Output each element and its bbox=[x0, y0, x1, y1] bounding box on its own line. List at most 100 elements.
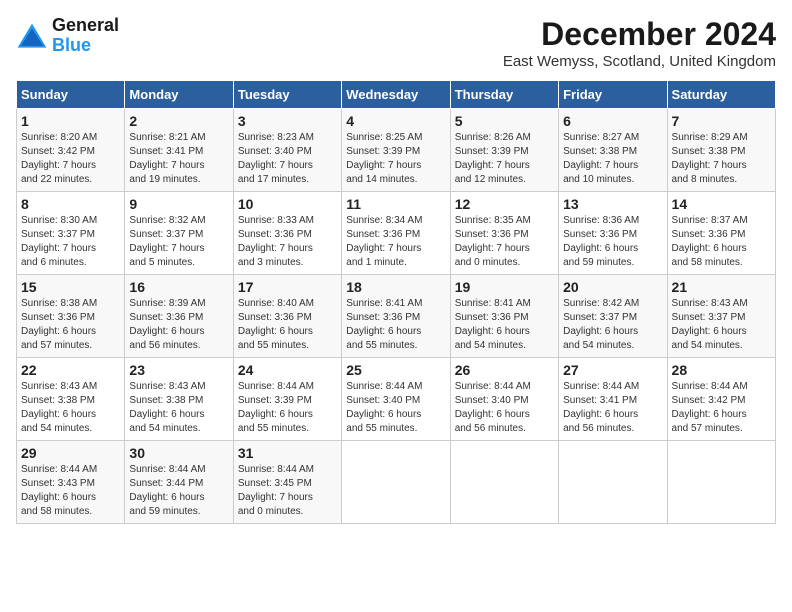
day-detail: Sunrise: 8:40 AM Sunset: 3:36 PM Dayligh… bbox=[238, 297, 337, 353]
day-number: 4 bbox=[346, 113, 445, 129]
day-cell: 16 Sunrise: 8:39 AM Sunset: 3:36 PM Dayli… bbox=[125, 275, 233, 358]
day-cell bbox=[667, 441, 775, 524]
day-cell: 17 Sunrise: 8:40 AM Sunset: 3:36 PM Dayli… bbox=[233, 275, 341, 358]
day-number: 10 bbox=[238, 196, 337, 212]
day-cell: 12 Sunrise: 8:35 AM Sunset: 3:36 PM Dayli… bbox=[450, 192, 558, 275]
day-number: 15 bbox=[21, 279, 120, 295]
day-cell: 11Sunrise: 8:34 AM Sunset: 3:36 PM Dayli… bbox=[342, 192, 450, 275]
day-cell: 20Sunrise: 8:42 AM Sunset: 3:37 PM Dayli… bbox=[559, 275, 667, 358]
day-number: 8 bbox=[21, 196, 120, 212]
day-number: 13 bbox=[563, 196, 662, 212]
day-detail: Sunrise: 8:44 AM Sunset: 3:44 PM Dayligh… bbox=[129, 463, 228, 519]
day-detail: Sunrise: 8:20 AM Sunset: 3:42 PM Dayligh… bbox=[21, 131, 120, 187]
day-number: 2 bbox=[129, 113, 228, 129]
day-number: 9 bbox=[129, 196, 228, 212]
day-cell: 2 Sunrise: 8:21 AM Sunset: 3:41 PM Daylig… bbox=[125, 109, 233, 192]
day-detail: Sunrise: 8:36 AM Sunset: 3:36 PM Dayligh… bbox=[563, 214, 662, 270]
day-detail: Sunrise: 8:38 AM Sunset: 3:36 PM Dayligh… bbox=[21, 297, 120, 353]
day-cell: 19Sunrise: 8:41 AM Sunset: 3:36 PM Dayli… bbox=[450, 275, 558, 358]
day-cell: 10 Sunrise: 8:33 AM Sunset: 3:36 PM Dayli… bbox=[233, 192, 341, 275]
day-number: 24 bbox=[238, 362, 337, 378]
day-detail: Sunrise: 8:27 AM Sunset: 3:38 PM Dayligh… bbox=[563, 131, 662, 187]
day-cell: 6 Sunrise: 8:27 AM Sunset: 3:38 PM Daylig… bbox=[559, 109, 667, 192]
day-number: 30 bbox=[129, 445, 228, 461]
week-row-4: 22 Sunrise: 8:43 AM Sunset: 3:38 PM Dayli… bbox=[17, 358, 776, 441]
col-header-monday: Monday bbox=[125, 81, 233, 109]
day-detail: Sunrise: 8:44 AM Sunset: 3:43 PM Dayligh… bbox=[21, 463, 120, 519]
day-cell: 1 Sunrise: 8:20 AM Sunset: 3:42 PM Daylig… bbox=[17, 109, 125, 192]
day-number: 1 bbox=[21, 113, 120, 129]
day-number: 29 bbox=[21, 445, 120, 461]
day-cell: 28Sunrise: 8:44 AM Sunset: 3:42 PM Dayli… bbox=[667, 358, 775, 441]
day-cell: 22 Sunrise: 8:43 AM Sunset: 3:38 PM Dayli… bbox=[17, 358, 125, 441]
day-number: 12 bbox=[455, 196, 554, 212]
day-cell: 14 Sunrise: 8:37 AM Sunset: 3:36 PM Dayli… bbox=[667, 192, 775, 275]
calendar-table: SundayMondayTuesdayWednesdayThursdayFrid… bbox=[16, 80, 776, 524]
day-cell: 7 Sunrise: 8:29 AM Sunset: 3:38 PM Daylig… bbox=[667, 109, 775, 192]
day-cell: 21 Sunrise: 8:43 AM Sunset: 3:37 PM Dayli… bbox=[667, 275, 775, 358]
day-detail: Sunrise: 8:44 AM Sunset: 3:42 PM Dayligh… bbox=[672, 380, 771, 436]
day-cell: 3 Sunrise: 8:23 AM Sunset: 3:40 PM Daylig… bbox=[233, 109, 341, 192]
day-detail: Sunrise: 8:34 AM Sunset: 3:36 PM Dayligh… bbox=[346, 214, 445, 270]
day-detail: Sunrise: 8:41 AM Sunset: 3:36 PM Dayligh… bbox=[346, 297, 445, 353]
day-cell: 4 Sunrise: 8:25 AM Sunset: 3:39 PM Daylig… bbox=[342, 109, 450, 192]
col-header-saturday: Saturday bbox=[667, 81, 775, 109]
week-row-3: 15 Sunrise: 8:38 AM Sunset: 3:36 PM Dayli… bbox=[17, 275, 776, 358]
col-header-tuesday: Tuesday bbox=[233, 81, 341, 109]
day-number: 3 bbox=[238, 113, 337, 129]
day-detail: Sunrise: 8:35 AM Sunset: 3:36 PM Dayligh… bbox=[455, 214, 554, 270]
day-detail: Sunrise: 8:44 AM Sunset: 3:41 PM Dayligh… bbox=[563, 380, 662, 436]
day-detail: Sunrise: 8:21 AM Sunset: 3:41 PM Dayligh… bbox=[129, 131, 228, 187]
day-cell: 30 Sunrise: 8:44 AM Sunset: 3:44 PM Dayli… bbox=[125, 441, 233, 524]
day-detail: Sunrise: 8:39 AM Sunset: 3:36 PM Dayligh… bbox=[129, 297, 228, 353]
day-cell: 27 Sunrise: 8:44 AM Sunset: 3:41 PM Dayli… bbox=[559, 358, 667, 441]
day-detail: Sunrise: 8:23 AM Sunset: 3:40 PM Dayligh… bbox=[238, 131, 337, 187]
day-number: 31 bbox=[238, 445, 337, 461]
day-number: 23 bbox=[129, 362, 228, 378]
day-cell: 5Sunrise: 8:26 AM Sunset: 3:39 PM Daylig… bbox=[450, 109, 558, 192]
title-area: December 2024 East Wemyss, Scotland, Uni… bbox=[503, 16, 776, 70]
day-number: 21 bbox=[672, 279, 771, 295]
day-detail: Sunrise: 8:25 AM Sunset: 3:39 PM Dayligh… bbox=[346, 131, 445, 187]
day-cell: 31 Sunrise: 8:44 AM Sunset: 3:45 PM Dayli… bbox=[233, 441, 341, 524]
day-detail: Sunrise: 8:44 AM Sunset: 3:40 PM Dayligh… bbox=[346, 380, 445, 436]
day-number: 25 bbox=[346, 362, 445, 378]
day-number: 16 bbox=[129, 279, 228, 295]
day-detail: Sunrise: 8:33 AM Sunset: 3:36 PM Dayligh… bbox=[238, 214, 337, 270]
week-row-5: 29 Sunrise: 8:44 AM Sunset: 3:43 PM Dayli… bbox=[17, 441, 776, 524]
day-cell: 8 Sunrise: 8:30 AM Sunset: 3:37 PM Daylig… bbox=[17, 192, 125, 275]
day-cell bbox=[450, 441, 558, 524]
day-number: 27 bbox=[563, 362, 662, 378]
day-detail: Sunrise: 8:43 AM Sunset: 3:38 PM Dayligh… bbox=[21, 380, 120, 436]
day-number: 5 bbox=[455, 113, 554, 129]
day-number: 26 bbox=[455, 362, 554, 378]
day-cell: 18 Sunrise: 8:41 AM Sunset: 3:36 PM Dayli… bbox=[342, 275, 450, 358]
day-detail: Sunrise: 8:43 AM Sunset: 3:38 PM Dayligh… bbox=[129, 380, 228, 436]
day-detail: Sunrise: 8:30 AM Sunset: 3:37 PM Dayligh… bbox=[21, 214, 120, 270]
day-number: 7 bbox=[672, 113, 771, 129]
day-cell: 26Sunrise: 8:44 AM Sunset: 3:40 PM Dayli… bbox=[450, 358, 558, 441]
day-cell: 15 Sunrise: 8:38 AM Sunset: 3:36 PM Dayli… bbox=[17, 275, 125, 358]
day-detail: Sunrise: 8:44 AM Sunset: 3:45 PM Dayligh… bbox=[238, 463, 337, 519]
day-detail: Sunrise: 8:41 AM Sunset: 3:36 PM Dayligh… bbox=[455, 297, 554, 353]
day-number: 6 bbox=[563, 113, 662, 129]
logo-icon bbox=[16, 22, 48, 50]
logo: General Blue bbox=[16, 16, 119, 56]
header-row: SundayMondayTuesdayWednesdayThursdayFrid… bbox=[17, 81, 776, 109]
day-cell: 9Sunrise: 8:32 AM Sunset: 3:37 PM Daylig… bbox=[125, 192, 233, 275]
day-cell bbox=[559, 441, 667, 524]
day-cell: 23 Sunrise: 8:43 AM Sunset: 3:38 PM Dayli… bbox=[125, 358, 233, 441]
header: General Blue December 2024 East Wemyss, … bbox=[16, 16, 776, 70]
week-row-2: 8 Sunrise: 8:30 AM Sunset: 3:37 PM Daylig… bbox=[17, 192, 776, 275]
day-detail: Sunrise: 8:43 AM Sunset: 3:37 PM Dayligh… bbox=[672, 297, 771, 353]
day-number: 17 bbox=[238, 279, 337, 295]
logo-line2: Blue bbox=[52, 36, 119, 56]
day-detail: Sunrise: 8:29 AM Sunset: 3:38 PM Dayligh… bbox=[672, 131, 771, 187]
day-number: 18 bbox=[346, 279, 445, 295]
day-detail: Sunrise: 8:37 AM Sunset: 3:36 PM Dayligh… bbox=[672, 214, 771, 270]
day-number: 22 bbox=[21, 362, 120, 378]
day-number: 14 bbox=[672, 196, 771, 212]
day-cell: 25 Sunrise: 8:44 AM Sunset: 3:40 PM Dayli… bbox=[342, 358, 450, 441]
col-header-sunday: Sunday bbox=[17, 81, 125, 109]
day-cell bbox=[342, 441, 450, 524]
